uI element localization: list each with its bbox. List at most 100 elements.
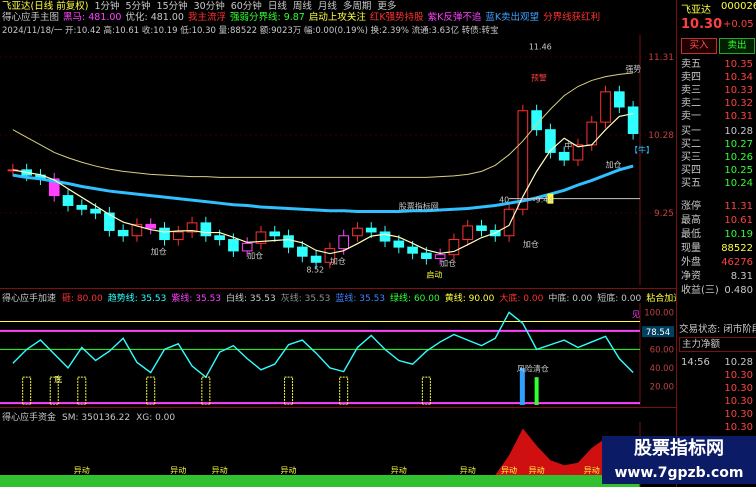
capital-indicator-chart[interactable]: 异动异动异动异动异动异动异动异动异动异动 <box>0 422 676 487</box>
order-level-price: 10.34 <box>724 72 753 83</box>
anomaly-label: 异动 <box>281 465 297 475</box>
stock-code: 000026 <box>721 1 756 12</box>
candle-body <box>393 240 405 248</box>
period-tab[interactable]: 60分钟 <box>231 1 262 12</box>
candle-body <box>503 208 515 237</box>
order-level: 卖五 10.35 <box>679 58 755 71</box>
anomaly-label: 异动 <box>529 465 545 475</box>
stat-value: 0.480 <box>724 285 753 296</box>
main-indicator-label: 紫K反弹不追 <box>427 12 482 23</box>
candle-body <box>117 229 129 237</box>
tick-time: 14:56 <box>681 357 710 368</box>
stock-period-title: 飞亚达(日线 前复权) <box>2 1 89 12</box>
order-level-price: 10.33 <box>724 85 753 96</box>
order-level: 买五 10.24 <box>679 177 755 190</box>
candle-body <box>462 225 474 241</box>
chart-annotation: 启动 <box>426 269 442 279</box>
candle-body <box>214 235 225 241</box>
tick-list: 14:56 10.28 10.30 10.30 10.30 10.30 10.30 <box>677 356 756 436</box>
period-tab[interactable]: 15分钟 <box>157 1 188 12</box>
candle-body <box>200 222 212 237</box>
period-tab[interactable]: 更多 <box>377 1 396 12</box>
y-tick-label: 11.31 <box>648 53 674 63</box>
stat-value: 10.61 <box>724 215 753 226</box>
order-level: 卖三 10.33 <box>679 84 755 97</box>
stat-value: 88522 <box>721 243 753 254</box>
main-flow-tab[interactable]: 主力净额 <box>679 337 756 352</box>
candle-body <box>365 227 377 233</box>
bottom-marker <box>77 376 87 405</box>
bottom-marker <box>146 376 156 405</box>
order-level-label: 卖五 <box>681 59 701 70</box>
order-level-label: 卖四 <box>681 72 701 83</box>
tick-price: 10.30 <box>724 409 753 420</box>
period-tab[interactable]: 30分钟 <box>194 1 225 12</box>
period-tab[interactable]: 周线 <box>293 1 312 12</box>
order-level-price: 10.31 <box>724 111 753 122</box>
chart-annotation: 【牛】 <box>630 144 654 154</box>
y-tick-label: 10.28 <box>648 131 674 141</box>
period-tab[interactable]: 5分钟 <box>125 1 150 12</box>
order-level-label: 买二 <box>681 139 701 150</box>
chart-annotation: 加仓 <box>606 160 622 170</box>
stat-row: 现量 88522 <box>679 242 755 255</box>
candle-body <box>297 246 308 257</box>
chart-annotation: 预警 <box>531 72 547 82</box>
bottom-marker <box>22 376 32 405</box>
quote-stats: 涨停 11.31 最高 10.61 最低 10.19 现量 88522 外盘 46276 净资 8.3… <box>677 200 756 300</box>
y-tick-label: 60.00 <box>650 345 674 355</box>
chart-annotation: 加仓 <box>440 258 456 268</box>
candle-body <box>434 254 446 259</box>
period-tab[interactable]: 月线 <box>318 1 337 12</box>
y-tick-label: 20.00 <box>650 382 674 392</box>
period-tab[interactable]: 1分钟 <box>94 1 119 12</box>
main-indicator-label: 蓝K卖出观望 <box>485 12 540 23</box>
bottom-marker <box>339 376 349 405</box>
quote-info-bar: 2024/11/18/一 开:10.42 高:10.61 收:10.19 低:1… <box>2 26 499 36</box>
candle-body <box>627 106 639 134</box>
tick-price: 10.30 <box>724 370 753 381</box>
main-indicator-label: 优化: 481.00 <box>125 12 184 23</box>
main-price-chart[interactable]: 11.3110.289.2511.468.52-9.4440加仓 加仓加仓 加仓加仓… <box>0 35 676 285</box>
chart-annotation: 中 <box>564 141 572 151</box>
stat-label: 最低 <box>681 229 701 240</box>
main-indicator-header: 得心应手主图 黑马: 481.00 优化: 481.00 我主流浮 强弱分界线: 9.8… <box>0 12 676 24</box>
stat-label: 净资 <box>681 271 701 282</box>
order-level: 买三 10.26 <box>679 151 755 164</box>
stat-label: 最高 <box>681 215 701 226</box>
main-indicator-label: 分界线获红利 <box>543 12 601 23</box>
tick-price: 10.28 <box>724 357 753 368</box>
candle-body <box>228 239 239 252</box>
candle-body <box>600 91 611 123</box>
main-indicator-label: 黑马: 481.00 <box>63 12 122 23</box>
stat-value: 11.31 <box>724 201 753 212</box>
candle-body <box>172 231 184 241</box>
tick-price: 10.30 <box>724 422 753 433</box>
main-indicator-title: 得心应手主图 <box>2 12 60 23</box>
tick-row: 14:56 10.28 <box>679 356 755 369</box>
period-tab[interactable]: 多周期 <box>343 1 372 12</box>
main-indicator-label: 强弱分界线: 9.87 <box>229 12 305 23</box>
sub1-annotation: 风险清仓 <box>517 364 549 374</box>
chart-annotation: 加仓 <box>247 250 263 260</box>
stat-label: 外盘 <box>681 257 701 268</box>
candle-body <box>283 235 294 248</box>
candle-body <box>558 151 570 161</box>
candle-body <box>310 255 322 263</box>
candle-body <box>62 195 74 206</box>
sell-button[interactable]: 卖出 <box>719 38 755 54</box>
period-tab[interactable]: 日线 <box>268 1 287 12</box>
price-label: -9.44 <box>533 196 554 205</box>
tick-row: 10.30 <box>679 421 755 434</box>
order-level-price: 10.25 <box>724 165 753 176</box>
accel-bar <box>534 377 539 405</box>
sub1-annotation: 底 <box>54 374 62 384</box>
candle-body <box>379 231 391 242</box>
chart-annotation: 加仓 <box>330 256 346 266</box>
tick-row: 10.30 <box>679 369 755 382</box>
watermark-url: www.7gpzb.com <box>602 462 756 484</box>
buy-button[interactable]: 买入 <box>681 38 717 54</box>
acceleration-indicator-chart[interactable]: 100.0080.0060.0040.0020.0078.54风险清仓底见 <box>0 303 676 405</box>
trade-status: 交易状态: 闭市阶段 <box>679 324 756 335</box>
anomaly-label: 异动 <box>74 465 90 475</box>
